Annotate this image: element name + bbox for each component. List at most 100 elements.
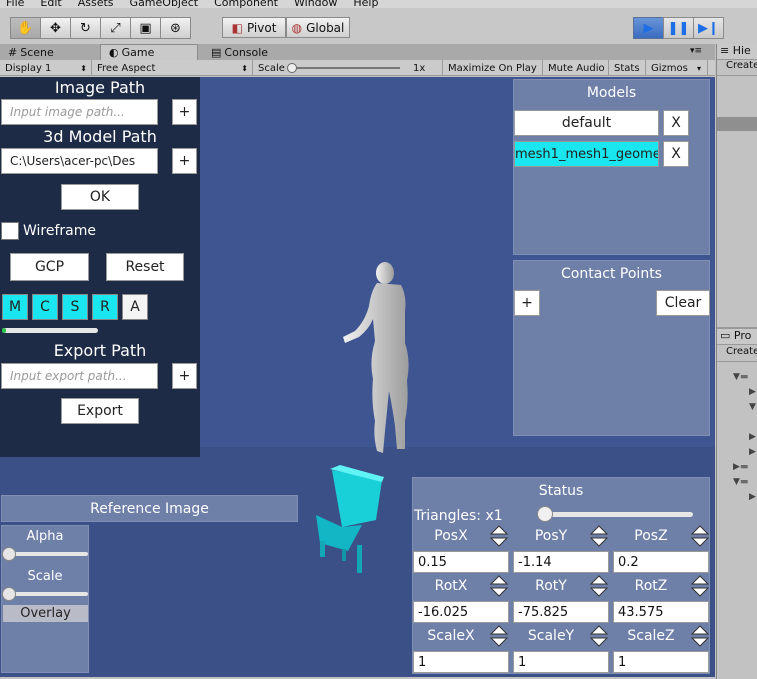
project-tree: ▼▬ ▶ ▼ ▶ ▶ ▶▬ ▼▬ ▶	[717, 370, 757, 505]
add-contact-point-button[interactable]: +	[514, 290, 540, 316]
tab-hierarchy-label: Hie	[732, 44, 751, 57]
menu-component[interactable]: Component	[214, 0, 278, 8]
gizmos-dropdown[interactable]: Gizmos ▾	[646, 60, 708, 76]
pos-x-stepper-icon[interactable]	[489, 525, 509, 547]
move-icon[interactable]: ✥	[40, 17, 71, 39]
add-export-button[interactable]: +	[172, 363, 197, 389]
menu-assets[interactable]: Assets	[78, 0, 114, 8]
menu-window[interactable]: Window	[294, 0, 337, 8]
tab-scene[interactable]: # Scene	[0, 44, 100, 60]
ok-button[interactable]: OK	[61, 184, 139, 210]
toggle-s[interactable]: S	[62, 294, 88, 320]
toggle-a[interactable]: A	[122, 294, 148, 320]
add-image-button[interactable]: +	[172, 99, 197, 125]
maximize-toggle[interactable]: Maximize On Play	[443, 60, 543, 76]
clear-contact-points-button[interactable]: Clear	[656, 290, 710, 316]
rect-icon[interactable]: ▣	[130, 17, 161, 39]
human-model[interactable]	[335, 261, 425, 461]
pos-z-stepper-icon[interactable]	[690, 525, 710, 547]
aspect-label: Free Aspect	[97, 62, 156, 74]
menu-help[interactable]: Help	[353, 0, 378, 8]
rot-x-input[interactable]: -16.025	[413, 601, 509, 623]
model-path-input[interactable]: C:\Users\acer-pc\Des	[1, 148, 158, 174]
scale-icon[interactable]: ⤢	[100, 17, 131, 39]
menu-gameobject[interactable]: GameObject	[130, 0, 199, 8]
triangles-slider-handle[interactable]	[537, 506, 553, 522]
scale-slider[interactable]	[287, 63, 400, 73]
tree-node[interactable]: ▶	[717, 385, 757, 400]
model-item-default[interactable]: default	[514, 110, 659, 136]
menu-file[interactable]: File	[6, 0, 24, 8]
gcp-button[interactable]: GCP	[10, 253, 89, 281]
tab-menu-icon[interactable]: ▾≡	[690, 46, 702, 56]
toggle-m[interactable]: M	[2, 294, 28, 320]
tab-game[interactable]: ◐ Game	[100, 44, 198, 60]
add-model-button[interactable]: +	[172, 148, 197, 174]
hand-icon[interactable]: ✋	[10, 17, 41, 39]
pos-y-input[interactable]: -1.14	[513, 551, 609, 573]
tab-hierarchy[interactable]: ≡ Hie	[717, 44, 757, 60]
scale-label: Scale	[27, 569, 63, 584]
aspect-dropdown[interactable]: Free Aspect ⬍	[92, 60, 253, 76]
remove-model-default-button[interactable]: X	[663, 110, 689, 136]
tree-node[interactable]: ▶	[717, 490, 757, 505]
scale-slider-handle[interactable]	[287, 63, 297, 73]
alpha-slider[interactable]	[2, 547, 88, 561]
pos-z-input[interactable]: 0.2	[613, 551, 709, 573]
scale-y-stepper-icon[interactable]	[589, 625, 609, 647]
transform-icon[interactable]: ⊛	[160, 17, 191, 39]
toggle-c[interactable]: C	[32, 294, 58, 320]
chair-model[interactable]	[312, 465, 387, 575]
pos-y-stepper-icon[interactable]	[589, 525, 609, 547]
tab-console[interactable]: ▤ Console	[203, 44, 313, 60]
game-view[interactable]: Image Path Input image path... + 3d Mode…	[0, 77, 715, 677]
step-icon[interactable]: ▶❙	[693, 17, 724, 39]
pivot-button[interactable]: ◧ Pivot	[222, 17, 286, 38]
tree-node[interactable]: ▼▬	[717, 475, 757, 490]
reference-image-header[interactable]: Reference Image	[1, 495, 298, 522]
rot-x-stepper-icon[interactable]	[489, 575, 509, 597]
image-path-input[interactable]: Input image path...	[1, 99, 158, 125]
rot-z-input[interactable]: 43.575	[613, 601, 709, 623]
play-icon[interactable]: ▶	[633, 17, 664, 39]
stats-toggle[interactable]: Stats	[609, 60, 646, 76]
mute-toggle[interactable]: Mute Audio	[543, 60, 609, 76]
remove-model-mesh1-button[interactable]: X	[663, 141, 689, 167]
scale-z-stepper-icon[interactable]	[690, 625, 710, 647]
tree-node[interactable]: ▶	[717, 430, 757, 445]
tree-node[interactable]	[717, 415, 757, 430]
pause-icon[interactable]: ❚❚	[663, 17, 694, 39]
display-dropdown[interactable]: Display 1 ⬍	[0, 60, 92, 76]
scale-z-input[interactable]: 1	[613, 651, 709, 673]
tree-node[interactable]: ▶	[717, 445, 757, 460]
tree-node[interactable]: ▶▬	[717, 460, 757, 475]
hierarchy-selected-row[interactable]	[717, 117, 757, 131]
rot-z-stepper-icon[interactable]	[690, 575, 710, 597]
scale-slider-ref-handle[interactable]	[2, 587, 16, 601]
project-create-dropdown[interactable]: Create	[717, 346, 757, 362]
rotate-icon[interactable]: ↻	[70, 17, 101, 39]
rot-y-stepper-icon[interactable]	[589, 575, 609, 597]
scale-x-stepper-icon[interactable]	[489, 625, 509, 647]
toggle-r[interactable]: R	[92, 294, 118, 320]
alpha-slider-handle[interactable]	[2, 547, 16, 561]
wireframe-checkbox[interactable]	[1, 222, 19, 240]
scale-x-input[interactable]: 1	[413, 651, 509, 673]
scale-y-input[interactable]: 1	[513, 651, 609, 673]
triangles-slider[interactable]	[537, 506, 693, 522]
menu-edit[interactable]: Edit	[40, 0, 61, 8]
hierarchy-create-dropdown[interactable]: Create	[717, 60, 757, 76]
tab-project[interactable]: ▭ Pro	[717, 329, 757, 345]
pos-y-label: PosY	[534, 528, 568, 544]
export-button[interactable]: Export	[61, 398, 139, 424]
rot-y-input[interactable]: -75.825	[513, 601, 609, 623]
export-path-input[interactable]: Input export path...	[1, 363, 158, 389]
reset-button[interactable]: Reset	[106, 253, 184, 281]
scale-slider-ref[interactable]	[2, 587, 88, 601]
pos-x-input[interactable]: 0.15	[413, 551, 509, 573]
overlay-button[interactable]: Overlay	[3, 605, 88, 622]
tree-node[interactable]: ▼	[717, 400, 757, 415]
global-button[interactable]: ◍ Global	[286, 17, 350, 38]
tree-node[interactable]: ▼▬	[717, 370, 757, 385]
model-item-mesh1[interactable]: mesh1_mesh1_geomet	[514, 141, 659, 167]
